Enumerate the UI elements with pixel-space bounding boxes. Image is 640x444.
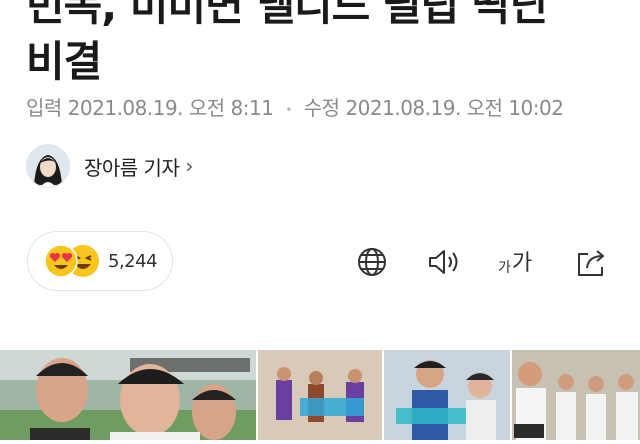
reaction-count: 5,244 (108, 250, 158, 272)
article-title-line-2: 비결 (26, 37, 102, 86)
reporter-link[interactable]: 장아름 기자 › (26, 142, 193, 190)
heart-eyes-emoji-icon (44, 244, 78, 278)
article-title-line-1: 빈독, 미미면 넬디드 필립 띡닌 (26, 0, 548, 30)
updated-date: 2021.08.19. 오전 10:02 (345, 96, 564, 120)
article-photo-image (0, 350, 640, 440)
font-size-button[interactable]: 가 가 (498, 246, 532, 278)
reporter-name: 장아름 기자 (84, 155, 180, 180)
share-button[interactable] (574, 244, 610, 280)
date-separator: • (285, 102, 292, 117)
reaction-button[interactable]: 5,244 (27, 231, 173, 291)
chevron-right-icon: › (185, 154, 194, 178)
text-to-speech-button[interactable] (426, 244, 462, 280)
language-globe-button[interactable] (354, 244, 390, 280)
article-title: 빈독, 미미면 넬디드 필립 띡닌 비결 (26, 0, 626, 90)
share-icon (578, 250, 604, 276)
article-photo (0, 350, 640, 440)
created-date: 2021.08.19. 오전 8:11 (67, 96, 274, 120)
created-label: 입력 (26, 96, 62, 120)
globe-icon (358, 248, 386, 276)
font-size-small-label: 가 (498, 260, 511, 276)
article-dates: 입력 2021.08.19. 오전 8:11 • 수정 2021.08.19. … (26, 92, 564, 121)
speaker-icon (429, 250, 458, 274)
updated-label: 수정 (303, 96, 340, 120)
reporter-avatar (26, 144, 70, 188)
font-size-large-label: 가 (511, 251, 533, 276)
avatar-image (27, 145, 69, 187)
reaction-emojis (44, 244, 102, 278)
